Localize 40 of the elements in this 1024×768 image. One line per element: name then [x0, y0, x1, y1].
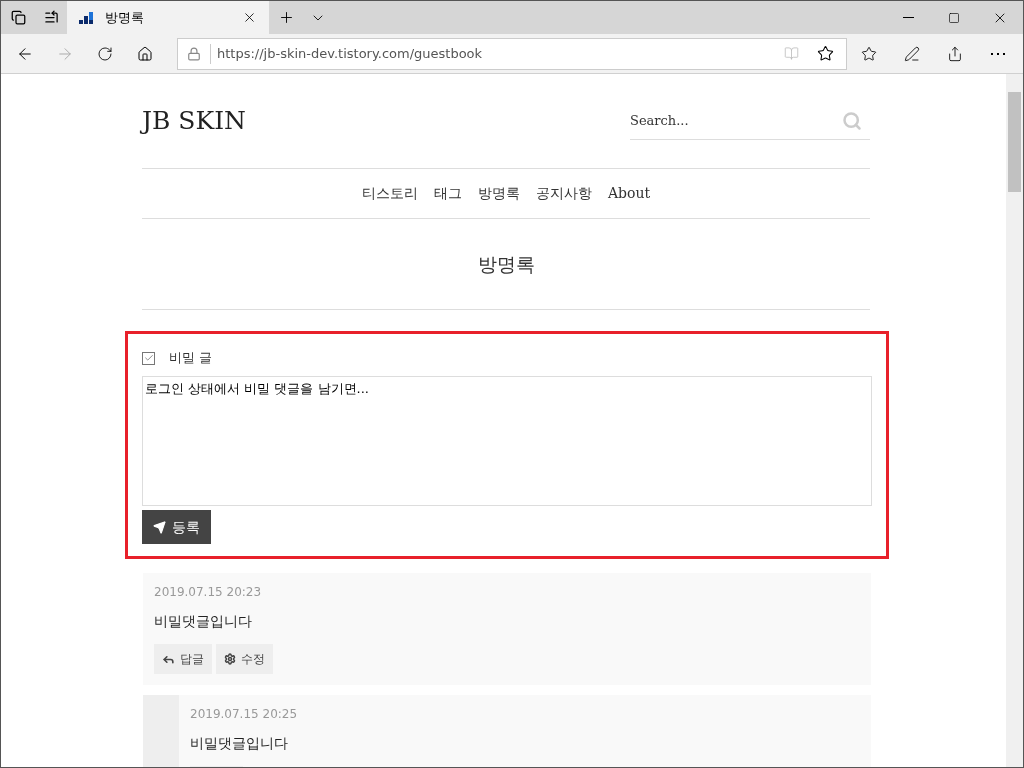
comment-date: 2019.07.15 20:23: [154, 584, 263, 601]
tab-title: 방명록: [105, 8, 145, 27]
close-icon[interactable]: [242, 10, 257, 25]
nav-link[interactable]: About: [607, 183, 651, 204]
tabs-icon: [10, 10, 26, 25]
refresh-icon: [97, 45, 113, 62]
favorites-icon: [860, 45, 877, 62]
comment-text: 비밀댓글입니다: [154, 612, 253, 631]
browser-tab[interactable]: 방명록: [67, 1, 269, 34]
nav-link[interactable]: 태그: [433, 183, 462, 204]
share-icon: [946, 45, 963, 62]
home-icon: [137, 45, 153, 62]
checkbox-label: 비밀 글: [169, 349, 213, 368]
submit-button[interactable]: 등록: [142, 510, 211, 544]
pen-icon: [903, 45, 920, 62]
checkbox[interactable]: [142, 351, 155, 365]
comment-date: 2019.07.15 20:25: [190, 706, 299, 723]
nav-link[interactable]: 방명록: [477, 183, 520, 204]
message-field[interactable]: 로그인 상태에서 비밀 댓글을 남기면...: [142, 376, 872, 506]
nav-link[interactable]: 티스토리: [361, 183, 418, 204]
lock-icon: [187, 46, 201, 61]
comment-action-button[interactable]: 수정: [216, 644, 273, 674]
nav-link[interactable]: 공지사항: [535, 183, 592, 204]
more-icon: [990, 52, 1005, 55]
site-favicon: [79, 11, 93, 24]
scrollbar[interactable]: [1006, 74, 1023, 767]
comment-text: 비밀댓글입니다: [190, 734, 289, 753]
comment-action-button[interactable]: 답글: [154, 644, 212, 674]
page-title: 방명록: [477, 251, 535, 277]
url-text: https://jb-skin-dev.tistory.com/guestbook: [217, 44, 484, 63]
set-aside-icon: [43, 10, 59, 25]
star-icon[interactable]: [817, 45, 834, 62]
minimize-icon: [902, 17, 914, 18]
site-title[interactable]: JB SKIN: [142, 102, 246, 140]
address-bar[interactable]: https://jb-skin-dev.tistory.com/guestbook: [177, 37, 847, 70]
maximize-icon: [948, 11, 960, 24]
search-field[interactable]: Search...: [630, 110, 810, 131]
gear-icon: [224, 653, 236, 665]
check-icon: [143, 353, 154, 363]
paper-plane-icon: [153, 520, 166, 534]
